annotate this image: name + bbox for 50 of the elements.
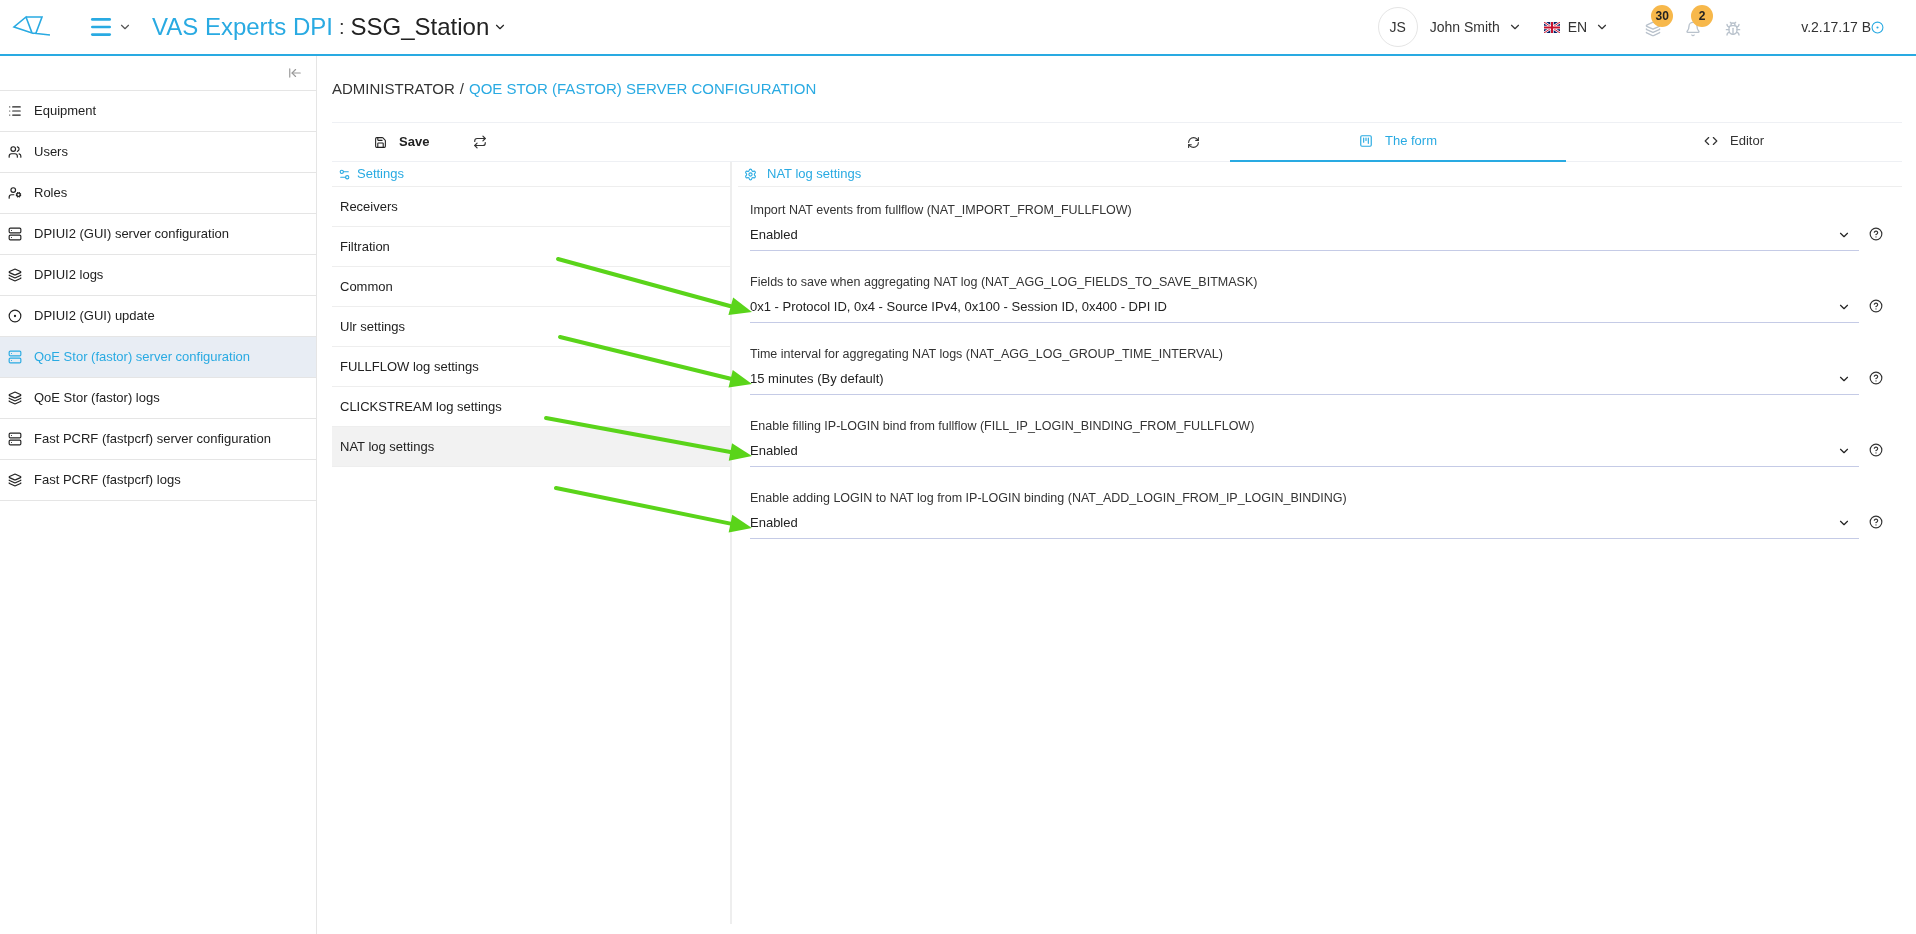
- save-button[interactable]: Save: [374, 132, 430, 152]
- breadcrumb-root[interactable]: ADMINISTRATOR: [332, 77, 455, 101]
- help-icon[interactable]: [1869, 515, 1883, 529]
- status-dot-icon: [1871, 20, 1884, 34]
- menu-item-icon: [8, 309, 22, 323]
- menu-item-icon: [8, 473, 22, 487]
- language-menu[interactable]: EN: [1543, 16, 1610, 38]
- station-dropdown[interactable]: SSG_Station: [350, 9, 508, 45]
- menu-item-icon: [8, 350, 22, 364]
- help-icon[interactable]: [1869, 227, 1883, 241]
- settings-section-item[interactable]: NAT log settings: [332, 427, 730, 467]
- select-field[interactable]: Enabled: [750, 508, 1859, 539]
- breadcrumb-separator: /: [459, 78, 464, 99]
- field-label: Time interval for aggregating NAT logs (NAT_AGG_LOG_GROUP_TIME_INTERVAL): [750, 346, 1224, 363]
- version-label: v.2.17.17 B: [1801, 17, 1871, 37]
- code-icon: [1704, 134, 1718, 148]
- field-label: Import NAT events from fullflow (NAT_IMPORT_FROM_FULLFLOW): [750, 202, 1133, 219]
- panel-title: NAT log settings: [767, 165, 862, 184]
- count-badge: 30: [1651, 5, 1674, 27]
- menu-item-icon: [8, 145, 22, 159]
- repeat-icon[interactable]: [473, 135, 488, 149]
- field-label: Enable adding LOGIN to NAT log from IP-LOGIN binding (NAT_ADD_LOGIN_FROM_IP_LOGIN_BINDING): [750, 490, 1348, 507]
- collapse-icon[interactable]: [288, 66, 302, 80]
- count-badge: 2: [1691, 5, 1714, 27]
- select-field[interactable]: 0x1 - Protocol ID, 0x4 - Source IPv4, 0x100 - Session ID, 0x400 - DPI ID: [750, 292, 1859, 323]
- field-label: Fields to save when aggregating NAT log (NAT_AGG_LOG_FIELDS_TO_SAVE_BITMASK): [750, 274, 1259, 291]
- board-icon: [1359, 134, 1373, 148]
- select-field[interactable]: Enabled: [750, 220, 1859, 251]
- menu-item-icon: [8, 186, 22, 200]
- help-icon[interactable]: [1869, 443, 1883, 457]
- menu-item-icon: [8, 391, 22, 405]
- settings-icon: [744, 167, 757, 181]
- breadcrumb-current: QOE STOR (FASTOR) SERVER CONFIGURATION: [468, 78, 817, 99]
- panel-title: Settings: [357, 165, 404, 184]
- refresh-icon[interactable]: [1187, 135, 1200, 149]
- flag-icon: [1543, 21, 1560, 33]
- menu-item-icon: [8, 104, 22, 118]
- help-icon[interactable]: [1869, 299, 1883, 313]
- title-separator: :: [338, 15, 345, 40]
- brand-title: VAS Experts DPI: [152, 12, 333, 42]
- field-label: Enable filling IP-LOGIN bind from fullflow (FILL_IP_LOGIN_BINDING_FROM_FULLFLOW): [750, 418, 1256, 435]
- settings-icon: [338, 167, 351, 181]
- menu-item-icon: [8, 268, 22, 282]
- help-icon[interactable]: [1869, 371, 1883, 385]
- menu-item-icon: [8, 432, 22, 446]
- select-field[interactable]: 15 minutes (By default): [750, 364, 1859, 395]
- menu-item-icon: [8, 227, 22, 241]
- user-menu[interactable]: John Smith: [1429, 16, 1522, 38]
- view-tab[interactable]: Editor: [1566, 122, 1902, 162]
- select-field[interactable]: Enabled: [750, 436, 1859, 467]
